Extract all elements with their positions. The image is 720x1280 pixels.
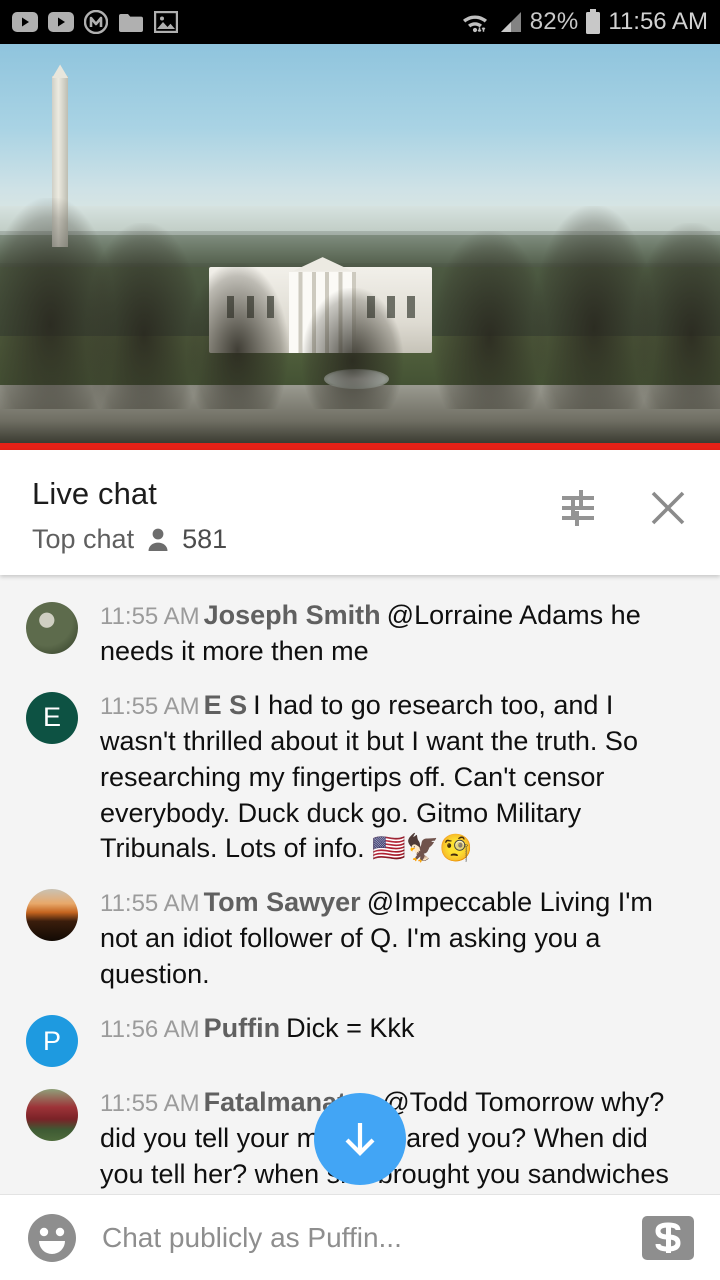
video-progress-bar[interactable]	[0, 443, 720, 450]
arrow-down-icon	[345, 1123, 375, 1156]
scroll-to-bottom-button[interactable]	[314, 1093, 406, 1185]
folder-icon	[119, 13, 143, 32]
youtube-icon	[48, 12, 74, 32]
close-icon	[651, 491, 685, 525]
chat-message[interactable]: 11:55 AM Tom Sawyer @Impeccable Living I'm…	[0, 876, 720, 1002]
photos-icon	[154, 11, 178, 33]
avatar[interactable]	[26, 602, 78, 654]
bare-tree	[432, 230, 548, 410]
app-screen: 82% 11:56 AM Live chat Top chat 581 11:5…	[0, 0, 720, 1280]
close-chat-button[interactable]	[646, 486, 690, 530]
avatar-initial: E	[42, 702, 61, 733]
bare-tree	[86, 222, 202, 410]
avatar[interactable]	[26, 889, 78, 942]
chat-message[interactable]: 11:55 AM Joseph Smith @Lorraine Adams he n…	[0, 589, 720, 679]
dollar-superchat-icon[interactable]	[642, 1215, 694, 1260]
chat-message[interactable]: E 11:55 AM E SI had to go research too, a…	[0, 679, 720, 877]
chat-subheader: Top chat 581	[32, 524, 556, 555]
status-bar-notification-icons	[12, 10, 178, 34]
chat-header-actions	[556, 476, 698, 530]
message-timestamp: 11:56 AM	[100, 1016, 200, 1044]
message-author[interactable]: E S	[204, 690, 248, 720]
building-window	[407, 296, 415, 319]
live-chat-header: Live chat Top chat 581	[0, 450, 720, 575]
avatar[interactable]: P	[26, 1015, 78, 1068]
chat-message-body: 11:55 AM E SI had to go research too, and…	[100, 688, 675, 868]
chat-input[interactable]	[102, 1221, 628, 1254]
avatar[interactable]: E	[26, 691, 78, 744]
message-author[interactable]: Puffin	[204, 1013, 280, 1043]
avatar-initial: P	[42, 1025, 61, 1056]
m-circle-icon	[84, 10, 108, 34]
message-timestamp: 11:55 AM	[100, 603, 200, 630]
emoji-smiley-icon[interactable]	[26, 1212, 78, 1264]
avatar[interactable]	[26, 1089, 78, 1142]
chat-message-body: 11:55 AM Joseph Smith @Lorraine Adams he n…	[100, 598, 675, 670]
chat-message-body: 11:56 AM Puffin Dick = Kkk	[100, 1011, 414, 1047]
message-author[interactable]: Tom Sawyer	[204, 887, 361, 917]
message-timestamp: 11:55 AM	[100, 692, 200, 720]
chat-message[interactable]: P 11:56 AM Puffin Dick = Kkk	[0, 1002, 720, 1076]
cellular-signal-icon	[500, 12, 521, 32]
chat-message-list[interactable]: 11:55 AM Joseph Smith @Lorraine Adams he n…	[0, 575, 720, 1199]
chat-input-bar	[0, 1194, 720, 1280]
person-icon	[148, 528, 168, 551]
message-timestamp: 11:55 AM	[100, 1090, 200, 1118]
battery-icon	[586, 9, 601, 34]
page-title: Live chat	[32, 476, 157, 511]
chat-mode-label[interactable]: Top chat	[32, 524, 134, 555]
status-bar: 82% 11:56 AM	[0, 0, 720, 44]
bare-tree	[633, 222, 720, 410]
chat-message-body: 11:55 AM Tom Sawyer @Impeccable Living I'm…	[100, 885, 675, 993]
message-timestamp: 11:55 AM	[100, 890, 200, 918]
youtube-icon	[12, 12, 38, 32]
tune-settings-icon	[562, 490, 594, 526]
wifi-icon	[462, 15, 487, 33]
video-player[interactable]	[0, 44, 720, 450]
message-author[interactable]: Joseph Smith	[204, 600, 381, 630]
status-bar-system-icons: 82% 11:56 AM	[460, 8, 708, 36]
viewer-count-label: 581	[182, 524, 228, 554]
message-text: Dick = Kkk	[286, 1013, 415, 1044]
chat-header-titles: Live chat Top chat 581	[32, 476, 556, 555]
bare-tree	[187, 263, 288, 410]
bare-tree	[302, 287, 404, 410]
chat-settings-button[interactable]	[556, 486, 600, 530]
clock-label: 11:56 AM	[608, 8, 708, 35]
battery-percent-label: 82%	[529, 8, 579, 35]
